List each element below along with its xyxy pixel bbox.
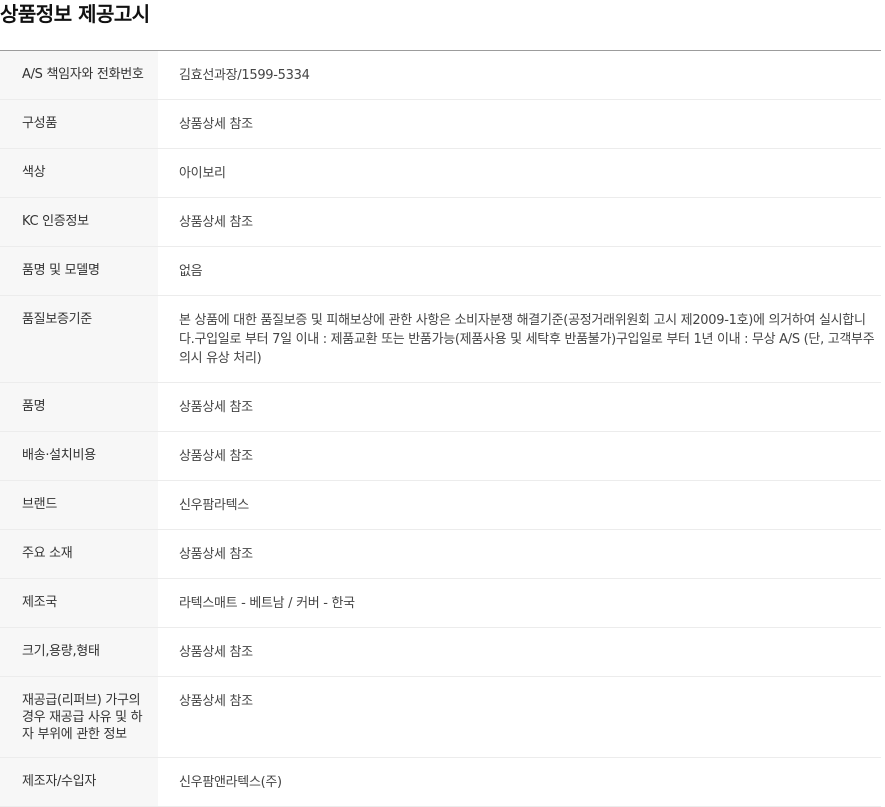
table-row: 크기,용량,형태 상품상세 참조 xyxy=(0,627,881,677)
row-value-delivery-cost: 상품상세 참조 xyxy=(179,449,253,464)
row-value-as-contact: 김효선과장/1599-5334 xyxy=(179,68,310,83)
table-row: 품명 및 모델명 없음 xyxy=(0,246,881,296)
row-value-product-name: 상품상세 참조 xyxy=(179,400,253,415)
table-row: 배송·설치비용 상품상세 참조 xyxy=(0,431,881,481)
row-value-quality-warranty: 본 상품에 대한 품질보증 및 피해보상에 관한 사항은 소비자분쟁 해결기준(… xyxy=(179,313,875,366)
table-row: 제조국 라텍스매트 - 베트남 / 커버 - 한국 xyxy=(0,578,881,628)
table-row: 주요 소재 상품상세 참조 xyxy=(0,529,881,579)
table-row: 색상 아이보리 xyxy=(0,148,881,198)
row-value-manufacturer: 신우팜앤라텍스(주) xyxy=(179,775,282,790)
row-value-brand: 신우팜라텍스 xyxy=(179,498,249,513)
product-info-table: A/S 책임자와 전화번호 김효선과장/1599-5334 구성품 상품상세 참… xyxy=(0,50,881,807)
row-value-refurbished-info: 상품상세 참조 xyxy=(179,694,253,709)
row-value-product-model: 없음 xyxy=(179,264,203,279)
row-label-size-capacity: 크기,용량,형태 xyxy=(0,627,158,677)
table-row: KC 인증정보 상품상세 참조 xyxy=(0,197,881,247)
row-label-color: 색상 xyxy=(0,148,158,198)
row-label-country-of-origin: 제조국 xyxy=(0,578,158,628)
row-label-kc-certification: KC 인증정보 xyxy=(0,197,158,247)
row-label-as-contact: A/S 책임자와 전화번호 xyxy=(0,50,158,100)
row-value-components: 상품상세 참조 xyxy=(179,117,253,132)
table-row: 품질보증기준 본 상품에 대한 품질보증 및 피해보상에 관한 사항은 소비자분… xyxy=(0,295,881,383)
table-row: 구성품 상품상세 참조 xyxy=(0,99,881,149)
row-label-product-model: 품명 및 모델명 xyxy=(0,246,158,296)
table-row: 품명 상품상세 참조 xyxy=(0,382,881,432)
row-value-kc-certification: 상품상세 참조 xyxy=(179,215,253,230)
row-value-color: 아이보리 xyxy=(179,166,226,181)
table-row: 제조자/수입자 신우팜앤라텍스(주) xyxy=(0,757,881,807)
table-row: A/S 책임자와 전화번호 김효선과장/1599-5334 xyxy=(0,50,881,100)
row-label-product-name: 품명 xyxy=(0,382,158,432)
row-label-refurbished-info: 재공급(리퍼브) 가구의 경우 재공급 사유 및 하자 부위에 관한 정보 xyxy=(0,676,158,758)
row-label-quality-warranty: 품질보증기준 xyxy=(0,295,158,383)
row-value-size-capacity: 상품상세 참조 xyxy=(179,645,253,660)
table-row: 재공급(리퍼브) 가구의 경우 재공급 사유 및 하자 부위에 관한 정보 상품… xyxy=(0,676,881,758)
title-spacer xyxy=(0,30,885,50)
row-label-components: 구성품 xyxy=(0,99,158,149)
row-value-country-of-origin: 라텍스매트 - 베트남 / 커버 - 한국 xyxy=(179,596,355,611)
row-label-manufacturer: 제조자/수입자 xyxy=(0,757,158,807)
row-value-main-material: 상품상세 참조 xyxy=(179,547,253,562)
row-label-delivery-cost: 배송·설치비용 xyxy=(0,431,158,481)
page-title: 상품정보 제공고시 xyxy=(0,2,150,26)
table-row: 브랜드 신우팜라텍스 xyxy=(0,480,881,530)
row-label-brand: 브랜드 xyxy=(0,480,158,530)
row-label-main-material: 주요 소재 xyxy=(0,529,158,579)
